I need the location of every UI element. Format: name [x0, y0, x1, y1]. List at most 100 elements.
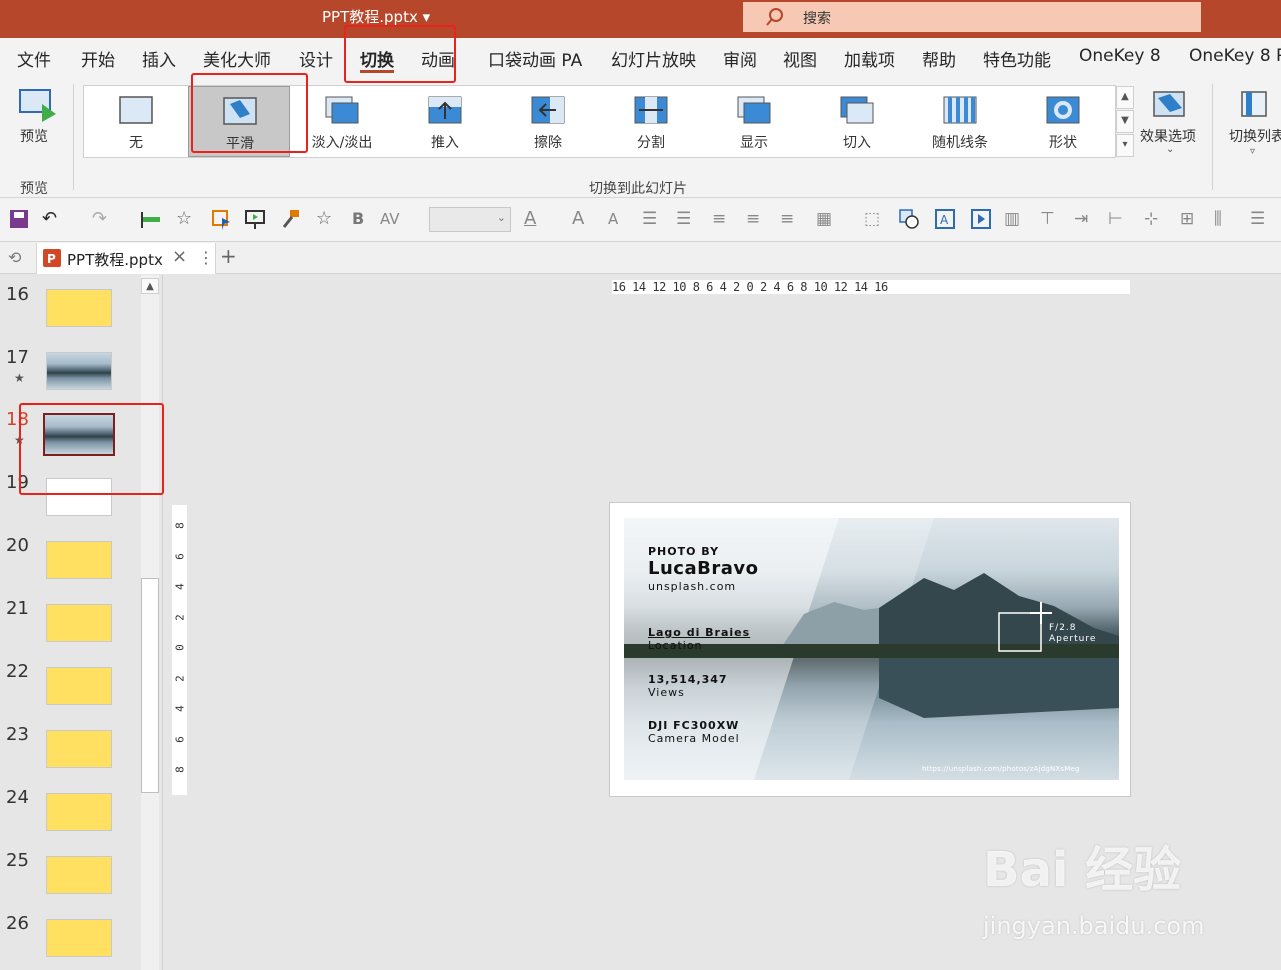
gallery-scroll-down[interactable]: ▼ [1116, 110, 1134, 133]
none-transition-icon [119, 96, 153, 124]
chart-icon[interactable]: ▥ [1004, 208, 1026, 230]
new-tab-icon[interactable]: + [220, 244, 237, 268]
media-box-icon[interactable] [970, 208, 992, 230]
menu-tab[interactable]: 文件 [17, 46, 51, 71]
photo-by-label: PHOTO BY [648, 545, 720, 558]
fade-transition-icon [325, 96, 359, 124]
switch-list-button[interactable]: 切换列表 ▿ [1228, 86, 1281, 166]
format-painter-icon[interactable] [280, 208, 302, 230]
transition-none-transition[interactable]: 无 [85, 86, 187, 157]
gallery-expand[interactable]: ▾ [1116, 134, 1134, 157]
transition-random-bars-transition[interactable]: 随机线条 [909, 86, 1011, 157]
menu-tab[interactable]: 美化大师 [203, 46, 271, 71]
align-middle-icon[interactable]: ⊞ [1180, 208, 1202, 230]
baidu-watermark: Bai 经验 [983, 842, 1182, 898]
insert-shape-icon[interactable] [898, 208, 920, 230]
bold-icon[interactable]: B [352, 208, 374, 230]
menu-tab[interactable]: 审阅 [723, 46, 757, 71]
transition-split-transition[interactable]: 分割 [600, 86, 702, 157]
menu-tab[interactable]: 特色功能 [983, 46, 1051, 71]
effect-options-button[interactable]: 效果选项 ⌄ [1138, 86, 1204, 166]
transitions-group-label: 切换到此幻灯片 [589, 181, 687, 197]
reveal-transition-icon [737, 96, 771, 124]
table-icon[interactable]: ▦ [816, 208, 838, 230]
more-options-icon[interactable]: ⋮ [198, 248, 214, 267]
align-right-icon[interactable]: ≡ [780, 208, 802, 230]
transition-shape-transition[interactable]: 形状 [1012, 86, 1114, 157]
menu-tab[interactable]: 插入 [142, 46, 176, 71]
slide-thumbnail[interactable] [46, 919, 112, 957]
text-box-icon[interactable]: A [934, 208, 956, 230]
slide-thumbnail[interactable] [46, 856, 112, 894]
align-guide-icon[interactable] [140, 208, 162, 230]
align-left-objects-icon[interactable]: ⊢ [1108, 208, 1130, 230]
transition-push-transition[interactable]: 推入 [394, 86, 496, 157]
slide-thumbnail[interactable] [46, 604, 112, 642]
distribute-horizontal-icon[interactable]: ⫼ [1214, 208, 1236, 230]
transition-wipe-transition[interactable]: 擦除 [497, 86, 599, 157]
preview-button[interactable]: 预览 [10, 86, 62, 150]
redo-icon[interactable]: ↷ [92, 208, 114, 230]
line-spacing-icon[interactable]: ☰ [642, 208, 664, 230]
menu-tab[interactable]: 口袋动画 PA [488, 46, 582, 71]
font-size-select[interactable]: ⌄ [429, 207, 511, 232]
gallery-scroll-up[interactable]: ▲ [1116, 86, 1134, 109]
slide-thumbnail[interactable] [46, 352, 112, 390]
increase-font-icon[interactable]: A [572, 208, 594, 230]
effect-options-label: 效果选项 [1140, 129, 1196, 145]
effects-star-icon[interactable]: ☆ [316, 208, 338, 230]
menu-tab[interactable]: 帮助 [922, 46, 956, 71]
transition-label: 形状 [1049, 135, 1077, 151]
distribute-vertical-icon[interactable]: ☰ [1250, 208, 1272, 230]
menu-tab[interactable]: 幻灯片放映 [611, 46, 696, 71]
paragraph-spacing-icon[interactable]: ☰ [676, 208, 698, 230]
save-icon[interactable] [8, 208, 30, 230]
vertical-ruler-tick: 4 [173, 705, 187, 712]
slide-number: 23 [6, 724, 29, 745]
menu-tab[interactable]: 视图 [783, 46, 817, 71]
scroll-up-icon[interactable]: ▲ [141, 278, 159, 294]
highlight-slide18 [19, 403, 164, 495]
undo-icon[interactable]: ↶ [42, 208, 64, 230]
align-left-icon[interactable]: ≡ [746, 208, 768, 230]
views-label: Views [648, 686, 685, 699]
menu-tab[interactable]: 加载项 [844, 46, 895, 71]
align-top-icon[interactable]: ⊤ [1040, 208, 1062, 230]
location-value: Lago di Braies [648, 626, 751, 639]
vertical-ruler-tick: 6 [173, 735, 187, 743]
menu-tab[interactable]: 设计 [299, 46, 333, 71]
font-color-icon[interactable]: A [524, 208, 546, 230]
distribute-icon[interactable]: ⇥ [1074, 208, 1096, 230]
transition-label: 随机线条 [932, 135, 988, 151]
animation-painter-icon[interactable] [210, 208, 232, 230]
push-transition-icon [428, 96, 462, 124]
aperture-label: Aperture [1049, 634, 1097, 644]
slide-number: 16 [6, 284, 29, 305]
slide-thumbnail[interactable] [46, 289, 112, 327]
history-icon[interactable]: ⟲ [8, 248, 21, 267]
character-spacing-icon[interactable]: AV [380, 208, 402, 230]
justify-icon[interactable]: ≡ [712, 208, 734, 230]
slide-thumbnail[interactable] [46, 793, 112, 831]
transform-icon[interactable]: ⬚ [864, 208, 886, 230]
vertical-ruler-tick: 2 [173, 674, 187, 682]
menu-tab[interactable]: OneKey 8 [1079, 46, 1161, 66]
slide-thumbnail[interactable] [46, 541, 112, 579]
decrease-font-icon[interactable]: A [608, 208, 630, 230]
slide-thumbnail[interactable] [46, 730, 112, 768]
preview-icon [19, 89, 56, 122]
menu-tab[interactable]: 开始 [81, 46, 115, 71]
transition-label: 推入 [431, 135, 459, 151]
slide-thumbnail[interactable] [46, 667, 112, 705]
transition-cut-transition[interactable]: 切入 [806, 86, 908, 157]
align-center-icon[interactable]: ⊹ [1144, 208, 1166, 230]
transition-label: 显示 [740, 135, 768, 151]
vertical-ruler: 8 6 4 2 0 2 4 6 8 [172, 505, 187, 795]
slideshow-icon[interactable] [244, 208, 266, 230]
document-title[interactable]: PPT教程.pptx ▾ [322, 6, 430, 27]
star-outline-icon[interactable]: ☆ [176, 208, 198, 230]
transition-reveal-transition[interactable]: 显示 [703, 86, 805, 157]
menu-tab[interactable]: OneKey 8 P [1189, 46, 1281, 66]
close-icon[interactable]: × [172, 246, 187, 267]
scrollbar-thumb[interactable] [141, 578, 159, 793]
